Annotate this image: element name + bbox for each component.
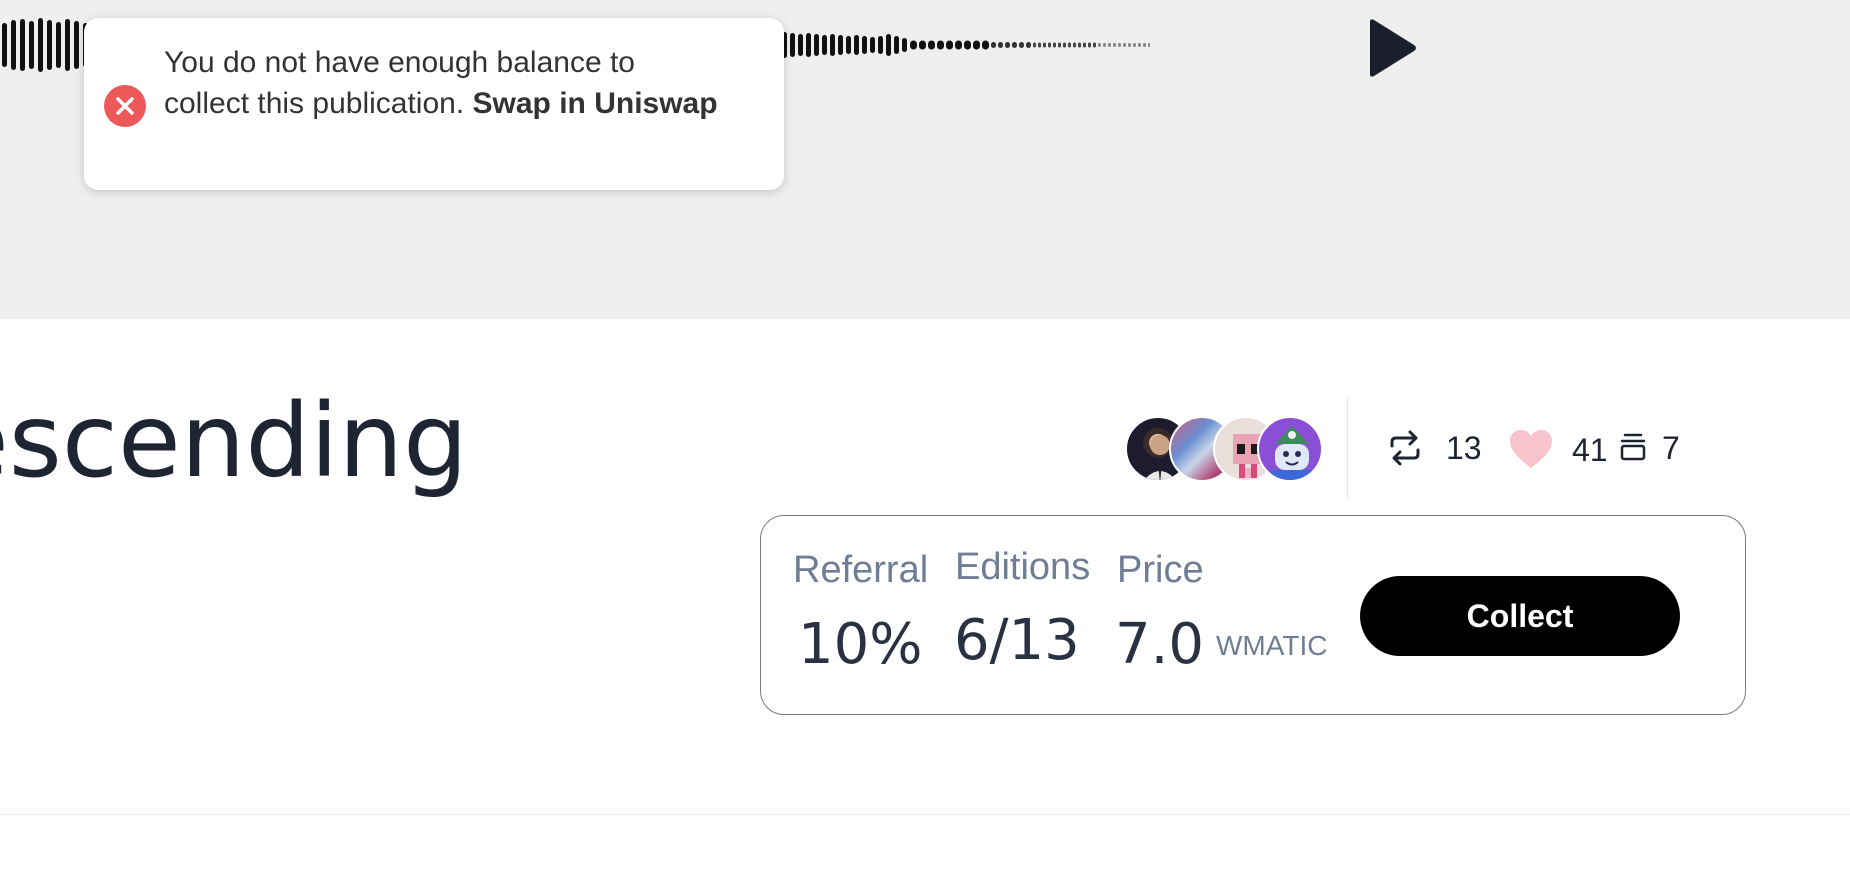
mirror-icon[interactable] [1388, 430, 1422, 466]
price-label: Price [1117, 549, 1204, 591]
collect-button[interactable]: Collect [1360, 576, 1680, 656]
publication-title: escending [0, 382, 468, 501]
referral-value: 10% [798, 612, 923, 677]
referral-label: Referral [793, 549, 929, 591]
error-toast: You do not have enough balance to collec… [84, 18, 784, 190]
avatar[interactable] [1257, 416, 1323, 482]
price-value: 7.0 [1115, 612, 1205, 677]
section-divider [0, 814, 1850, 815]
mirror-count: 13 [1446, 430, 1482, 466]
collect-icon[interactable] [1619, 432, 1647, 462]
price-unit: WMATIC [1216, 630, 1328, 661]
heart-icon[interactable] [1508, 428, 1554, 470]
swap-uniswap-link[interactable]: Swap in Uniswap [473, 87, 718, 120]
stats-divider [1347, 398, 1348, 498]
play-icon[interactable] [1362, 18, 1422, 78]
error-circle-icon [104, 85, 146, 127]
editions-value: 6/13 [954, 608, 1080, 673]
publication-page: You do not have enough balance to collec… [0, 0, 1850, 876]
editions-label: Editions [955, 546, 1091, 588]
toast-message: You do not have enough balance to collec… [164, 42, 724, 124]
collect-count: 7 [1662, 430, 1680, 466]
like-count: 41 [1572, 432, 1608, 468]
